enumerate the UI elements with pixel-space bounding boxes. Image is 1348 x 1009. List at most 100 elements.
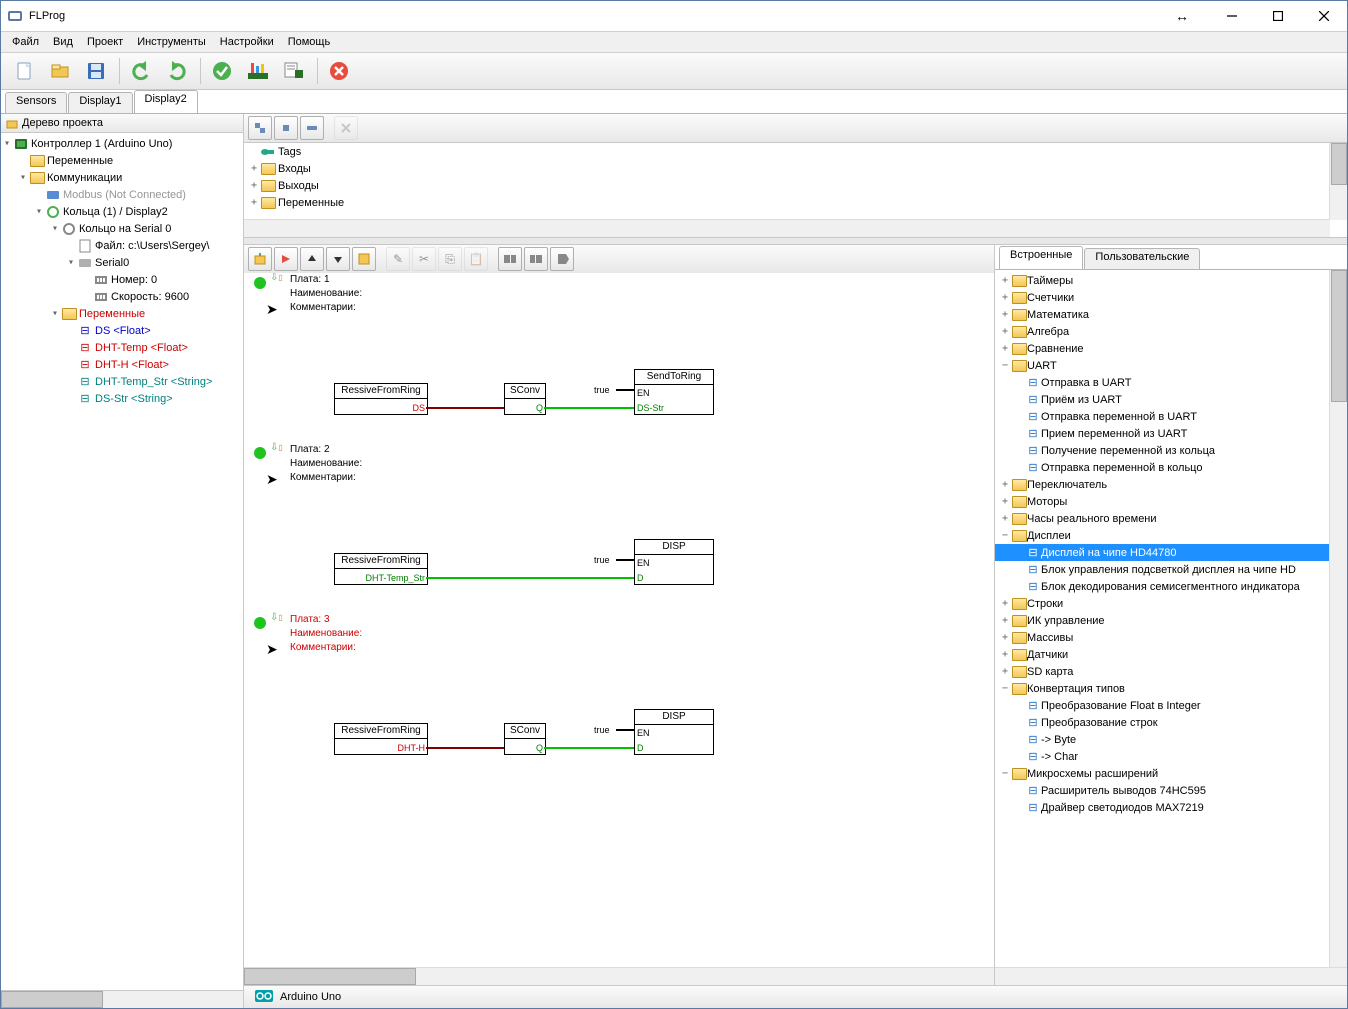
lib-node[interactable]: +Переключатель (995, 476, 1347, 493)
menu-file[interactable]: Файл (5, 34, 46, 50)
rung[interactable]: ⇩▯Плата: 3Наименование:Комментарии:➤Ress… (244, 613, 994, 783)
verify-button[interactable] (205, 54, 239, 88)
block-ressive[interactable]: RessiveFromRingDHT-H (334, 723, 428, 755)
ctool-add[interactable] (248, 247, 272, 271)
tags-vscroll[interactable] (1329, 143, 1347, 220)
lib-node[interactable]: −Конвертация типов (995, 680, 1347, 697)
upload-button[interactable] (241, 54, 275, 88)
tab-display2[interactable]: Display2 (134, 90, 198, 113)
minimize-button[interactable] (1209, 1, 1255, 31)
tags-vars[interactable]: +Переменные (244, 194, 1347, 211)
tree-ring0[interactable]: ▾Кольцо на Serial 0 (1, 220, 243, 237)
maximize-button[interactable] (1255, 1, 1301, 31)
tagtool-3[interactable] (300, 116, 324, 140)
new-button[interactable] (7, 54, 41, 88)
lib-node[interactable]: +Сравнение (995, 340, 1347, 357)
tab-display1[interactable]: Display1 (68, 92, 132, 113)
lib-node[interactable]: +Счетчики (995, 289, 1347, 306)
stop-button[interactable] (322, 54, 356, 88)
lib-node[interactable]: ⊟Преобразование строк (995, 714, 1347, 731)
lib-node[interactable]: +Датчики (995, 646, 1347, 663)
menu-help[interactable]: Помощь (281, 34, 338, 50)
block-ressive[interactable]: RessiveFromRingDHT-Temp_Str (334, 553, 428, 585)
lib-node[interactable]: ⊟Получение переменной из кольца (995, 442, 1347, 459)
close-button[interactable] (1301, 1, 1347, 31)
tree-modbus[interactable]: Modbus (Not Connected) (1, 186, 243, 203)
tree-file[interactable]: Файл: c:\Users\Sergey\ (1, 237, 243, 254)
tagtool-2[interactable] (274, 116, 298, 140)
lib-node[interactable]: ⊟Драйвер светодиодов MAX7219 (995, 799, 1347, 816)
tags-inputs[interactable]: +Входы (244, 160, 1347, 177)
lib-node[interactable]: +Массивы (995, 629, 1347, 646)
ctool-12[interactable] (550, 247, 574, 271)
ctool-5[interactable] (352, 247, 376, 271)
tab-builtin[interactable]: Встроенные (999, 246, 1083, 269)
block-sconv[interactable]: SConvQ (504, 723, 546, 755)
lib-node[interactable]: ⊟Блок управления подсветкой дисплея на ч… (995, 561, 1347, 578)
library-vscroll[interactable] (1329, 270, 1347, 967)
tags-hscroll[interactable] (244, 219, 1330, 237)
lib-node[interactable]: ⊟Блок декодирования семисегментного инди… (995, 578, 1347, 595)
library-hscroll[interactable] (995, 967, 1347, 985)
tree-comms[interactable]: ▾Коммуникации (1, 169, 243, 186)
ctool-10[interactable] (498, 247, 522, 271)
block-output[interactable]: SendToRingENDS-Str (634, 369, 714, 415)
menu-settings[interactable]: Настройки (213, 34, 281, 50)
tree-var-dhttempstr[interactable]: ⊟DHT-Temp_Str <String> (1, 373, 243, 390)
lib-node[interactable]: +Математика (995, 306, 1347, 323)
lib-node[interactable]: ⊟Прием переменной из UART (995, 425, 1347, 442)
open-button[interactable] (43, 54, 77, 88)
lefttree-hscroll[interactable] (1, 990, 243, 1008)
tree-var-ds[interactable]: ⊟DS <Float> (1, 322, 243, 339)
lib-node[interactable]: ⊟Преобразование Float в Integer (995, 697, 1347, 714)
save-button[interactable] (79, 54, 113, 88)
export-button[interactable] (277, 54, 311, 88)
block-output[interactable]: DISPEND (634, 709, 714, 755)
lib-node[interactable]: ⊟-> Byte (995, 731, 1347, 748)
tags-tags[interactable]: Tags (244, 143, 1347, 160)
tree-speed[interactable]: Скорость: 9600 (1, 288, 243, 305)
tree-rings[interactable]: ▾Кольца (1) / Display2 (1, 203, 243, 220)
lib-node[interactable]: −Дисплеи (995, 527, 1347, 544)
lib-node[interactable]: ⊟Отправка переменной в кольцо (995, 459, 1347, 476)
block-ressive[interactable]: RessiveFromRingDS (334, 383, 428, 415)
tree-var-dsstr[interactable]: ⊟DS-Str <String> (1, 390, 243, 407)
tags-outputs[interactable]: +Выходы (244, 177, 1347, 194)
undo-button[interactable] (124, 54, 158, 88)
lib-node[interactable]: +Таймеры (995, 272, 1347, 289)
ctool-down[interactable] (326, 247, 350, 271)
lib-node[interactable]: ⊟Дисплей на чипе HD44780 (995, 544, 1347, 561)
rung[interactable]: ⇩▯Плата: 1Наименование:Комментарии:➤Ress… (244, 273, 994, 443)
tree-variables[interactable]: Переменные (1, 152, 243, 169)
tagtool-1[interactable] (248, 116, 272, 140)
redo-button[interactable] (160, 54, 194, 88)
menu-project[interactable]: Проект (80, 34, 130, 50)
menu-tools[interactable]: Инструменты (130, 34, 213, 50)
lib-node[interactable]: +Алгебра (995, 323, 1347, 340)
tree-var-dhth[interactable]: ⊟DHT-H <Float> (1, 356, 243, 373)
lib-node[interactable]: ⊟-> Char (995, 748, 1347, 765)
block-output[interactable]: DISPEND (634, 539, 714, 585)
block-sconv[interactable]: SConvQ (504, 383, 546, 415)
lib-node[interactable]: +Строки (995, 595, 1347, 612)
lib-node[interactable]: ⊟Отправка в UART (995, 374, 1347, 391)
project-tree[interactable]: ▾Контроллер 1 (Arduino Uno) Переменные ▾… (1, 133, 243, 990)
lib-node[interactable]: +Моторы (995, 493, 1347, 510)
ctool-up[interactable] (300, 247, 324, 271)
tree-var-dhttemp[interactable]: ⊟DHT-Temp <Float> (1, 339, 243, 356)
menu-view[interactable]: Вид (46, 34, 80, 50)
splitter[interactable] (244, 238, 1347, 245)
lib-node[interactable]: +ИК управление (995, 612, 1347, 629)
ctool-run[interactable] (274, 247, 298, 271)
tree-number[interactable]: Номер: 0 (1, 271, 243, 288)
library-tree[interactable]: +Таймеры+Счетчики+Математика+Алгебра+Сра… (995, 270, 1347, 967)
lib-node[interactable]: ⊟Отправка переменной в UART (995, 408, 1347, 425)
tree-vars2[interactable]: ▾Переменные (1, 305, 243, 322)
canvas-hscroll[interactable] (244, 967, 994, 985)
lib-node[interactable]: −UART (995, 357, 1347, 374)
lib-node[interactable]: ⊟Расширитель выводов 74HC595 (995, 782, 1347, 799)
rung[interactable]: ⇩▯Плата: 2Наименование:Комментарии:➤Ress… (244, 443, 994, 613)
tab-user[interactable]: Пользовательские (1084, 248, 1200, 269)
tree-controller[interactable]: ▾Контроллер 1 (Arduino Uno) (1, 135, 243, 152)
lib-node[interactable]: +Часы реального времени (995, 510, 1347, 527)
